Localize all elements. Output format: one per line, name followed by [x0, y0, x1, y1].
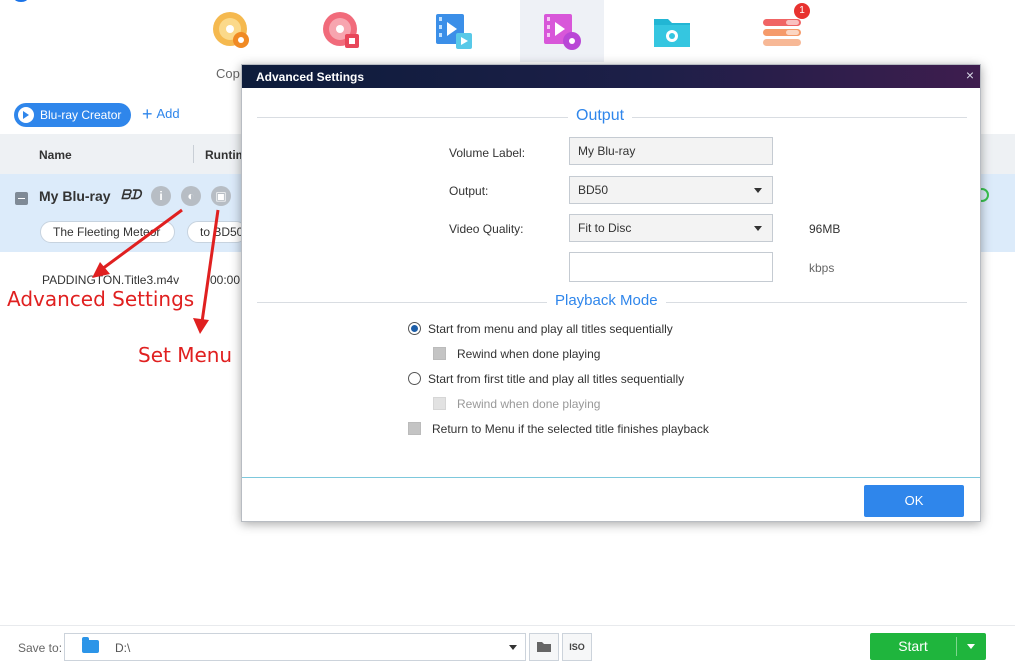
output-section-title: Output — [568, 107, 633, 125]
checkbox-rewind-1[interactable] — [433, 347, 446, 360]
add-button[interactable]: + Add — [142, 103, 180, 124]
ripper-disc-icon — [323, 12, 359, 48]
size-hint: 96MB — [809, 222, 841, 236]
file-name[interactable]: PADDINGTON.Title3.m4v — [42, 273, 179, 287]
bitrate-input[interactable] — [569, 252, 773, 282]
folder-icon — [82, 637, 99, 653]
dialog-title: Advanced Settings — [256, 70, 365, 84]
bitrate-unit: kbps — [809, 261, 835, 275]
ripper-tool-button[interactable] — [300, 0, 384, 62]
video-converter-icon — [436, 14, 472, 49]
tasks-badge: 1 — [794, 3, 810, 19]
copy-tool-label: Cop — [216, 66, 240, 81]
blu-ray-creator-mode-button[interactable]: Blu-ray Creator — [14, 103, 132, 127]
radio-start-from-menu[interactable] — [408, 322, 421, 335]
open-folder-icon — [537, 642, 551, 652]
mode-label: Blu-ray Creator — [40, 108, 122, 122]
advanced-settings-dialog: Advanced Settings × Output Volume Label:… — [241, 64, 981, 522]
copy-disc-icon — [213, 12, 249, 48]
chevron-down-icon[interactable] — [509, 645, 517, 650]
video-quality-label: Video Quality: — [449, 222, 524, 236]
save-path-value: D:\ — [115, 641, 131, 655]
toolbox-folder-icon — [654, 19, 690, 47]
dialog-titlebar[interactable]: Advanced Settings × — [242, 65, 980, 88]
start-dropdown-icon[interactable] — [967, 644, 975, 649]
playback-section-title: Playback Mode — [547, 292, 666, 309]
disc-title: My Blu-ray — [39, 188, 111, 204]
app-logo-icon — [14, 0, 28, 2]
arrow-right-icon — [18, 107, 34, 123]
checkbox-return-to-menu[interactable] — [408, 422, 421, 435]
start-button[interactable]: Start — [870, 633, 986, 660]
start-label: Start — [898, 638, 928, 654]
annotation-set-menu: Set Menu — [138, 343, 233, 367]
set-menu-icon[interactable]: ▣ — [211, 186, 231, 206]
collapse-toggle-icon[interactable] — [15, 192, 28, 205]
ok-button[interactable]: OK — [864, 485, 964, 517]
annotation-advanced-settings: Advanced Settings — [7, 287, 195, 311]
video-quality-select[interactable]: Fit to Disc — [569, 214, 773, 242]
checkbox-rewind-2[interactable] — [433, 397, 446, 410]
output-target-pill[interactable]: to BD50 — [187, 221, 247, 243]
plus-icon: + — [142, 103, 153, 124]
tasks-tool-button[interactable]: 1 — [740, 0, 824, 62]
main-toolbar: 1 — [0, 0, 1015, 62]
opt-rewind-2[interactable]: Rewind when done playing — [457, 397, 600, 411]
output-select[interactable]: BD50 — [569, 176, 773, 204]
opt-return-to-menu[interactable]: Return to Menu if the selected title fin… — [432, 422, 709, 436]
bluray-logo-icon: ᗷᗪ — [121, 187, 142, 202]
video-converter-tool-button[interactable] — [412, 0, 496, 62]
radio-start-from-first-title[interactable] — [408, 372, 421, 385]
dialog-footer-divider — [242, 477, 980, 478]
volume-label-label: Volume Label: — [449, 146, 526, 160]
start-divider — [956, 637, 957, 656]
video-quality-value: Fit to Disc — [578, 221, 632, 235]
opt-start-from-first-title[interactable]: Start from first title and play all titl… — [428, 372, 684, 386]
opt-start-from-menu[interactable]: Start from menu and play all titles sequ… — [428, 322, 673, 336]
add-label: Add — [156, 106, 180, 121]
chevron-down-icon — [754, 188, 762, 193]
output-value: BD50 — [578, 183, 609, 197]
volume-label-input[interactable]: My Blu-ray — [569, 137, 773, 165]
menu-template-pill[interactable]: The Fleeting Meteor — [40, 221, 175, 243]
info-icon[interactable]: i — [151, 186, 171, 206]
chevron-down-icon — [754, 226, 762, 231]
iso-button[interactable]: ISO — [562, 633, 592, 661]
column-divider — [193, 145, 194, 163]
browse-folder-button[interactable] — [529, 633, 559, 661]
close-icon[interactable]: × — [966, 67, 974, 83]
creator-icon — [544, 14, 581, 50]
opt-rewind-1[interactable]: Rewind when done playing — [457, 347, 600, 361]
toolbox-tool-button[interactable] — [630, 0, 714, 62]
creator-tool-button[interactable] — [520, 0, 604, 62]
save-path-select[interactable] — [64, 633, 526, 661]
copy-tool-button[interactable] — [190, 0, 274, 62]
advanced-settings-icon[interactable]: ◐ — [181, 186, 201, 206]
column-header-name[interactable]: Name — [39, 148, 72, 162]
output-label: Output: — [449, 184, 489, 198]
save-to-label: Save to: — [18, 641, 63, 655]
